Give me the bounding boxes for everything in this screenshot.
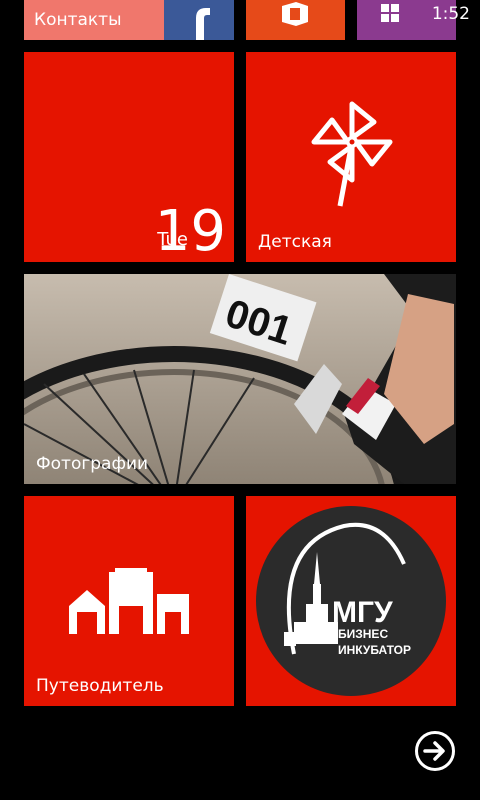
pinwheel-icon	[311, 101, 393, 207]
msu-incubator-tile[interactable]: МГУ БИЗНЕС ИНКУБАТОР	[246, 496, 456, 706]
calendar-date: 19	[154, 199, 226, 262]
kids-corner-label: Детская	[258, 232, 332, 252]
photos-tile[interactable]: 001 Фотографии	[24, 274, 456, 484]
office-icon	[282, 2, 308, 26]
buildings-icon	[69, 568, 189, 634]
status-time: 1:52	[431, 4, 470, 24]
msu-line2: БИЗНЕС	[338, 627, 388, 641]
msu-title: МГУ	[332, 596, 393, 629]
facebook-subtile	[164, 0, 234, 40]
facebook-icon	[196, 8, 210, 40]
contacts-tile[interactable]: Контакты	[24, 0, 234, 40]
arrow-right-circle-icon[interactable]	[414, 730, 456, 772]
photos-label: Фотографии	[36, 454, 149, 474]
office-tile[interactable]	[246, 0, 345, 40]
guide-tile[interactable]: Путеводитель	[24, 496, 234, 706]
photo-image: 001	[24, 274, 456, 484]
contacts-label: Контакты	[34, 10, 122, 30]
calendar-tile[interactable]: Tue 19	[24, 52, 234, 262]
guide-label: Путеводитель	[36, 676, 164, 696]
msu-incubator-logo: МГУ БИЗНЕС ИНКУБАТОР	[256, 506, 446, 696]
msu-line3: ИНКУБАТОР	[338, 643, 411, 657]
kids-corner-tile[interactable]: Детская	[246, 52, 456, 262]
